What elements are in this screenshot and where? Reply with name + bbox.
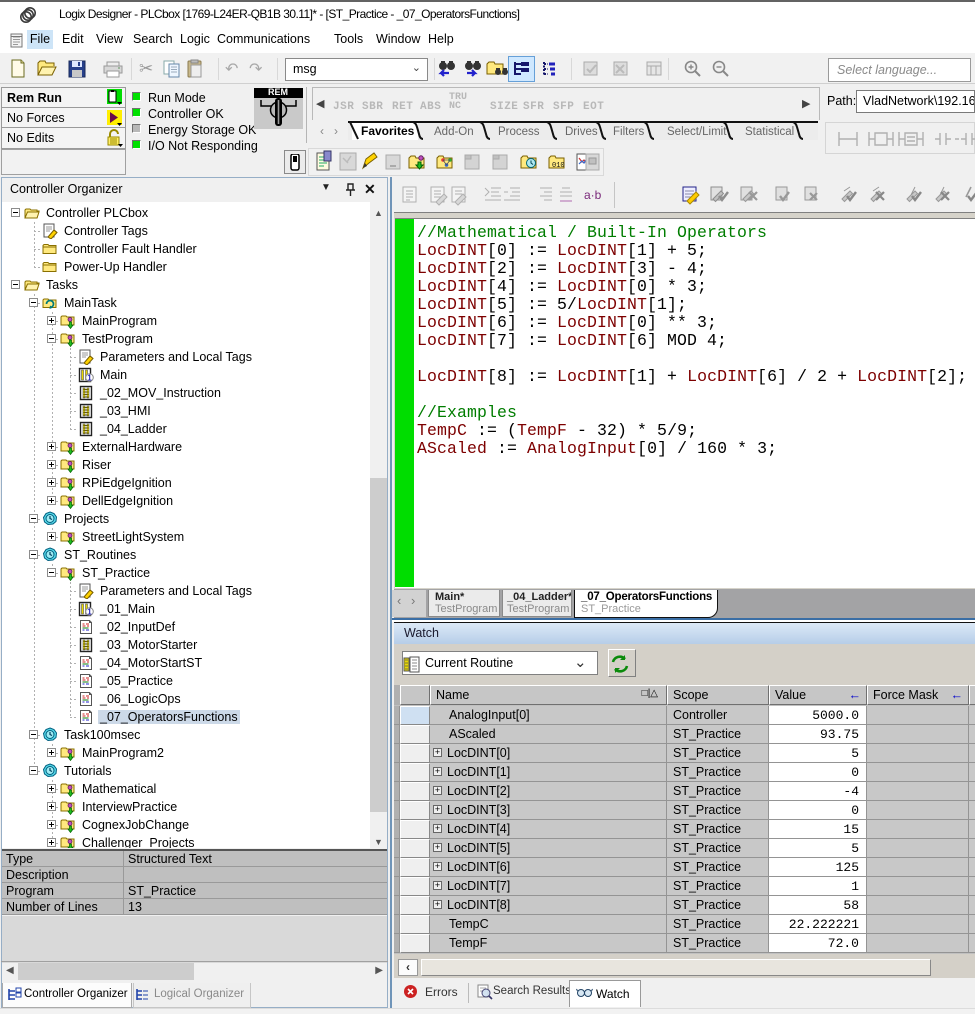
svg-text:010: 010 <box>552 162 565 170</box>
svg-text:Filters: Filters <box>613 126 645 138</box>
svg-text:Drives: Drives <box>565 126 598 138</box>
svg-text:Add-On: Add-On <box>434 126 474 138</box>
svg-text:Process: Process <box>498 126 540 138</box>
svg-text:Favorites: Favorites <box>361 124 415 138</box>
svg-text:Select/Limit: Select/Limit <box>667 126 727 138</box>
svg-text:Statistical: Statistical <box>745 126 794 138</box>
svg-text:a·b: a·b <box>584 188 602 202</box>
